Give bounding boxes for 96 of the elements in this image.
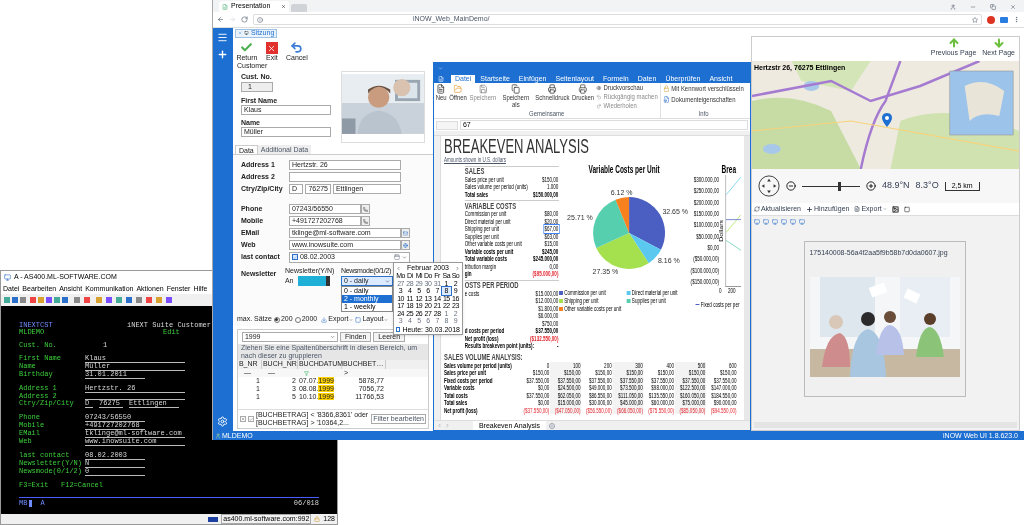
undo-icon: [290, 41, 304, 54]
toggle-switch[interactable]: [297, 276, 330, 286]
sheet-title: BREAKEVEN ANALYSIS: [443, 135, 590, 156]
lock-icon: [314, 516, 321, 522]
image-icon[interactable]: [891, 205, 899, 213]
plus-icon: [806, 205, 813, 213]
minimize-icon[interactable]: [970, 4, 976, 10]
menu-icon[interactable]: [217, 32, 229, 43]
stop-sign-icon[interactable]: [987, 15, 995, 24]
refresh-icon: [753, 206, 760, 212]
app-menu-icon[interactable]: [437, 75, 444, 82]
zoom-in-icon[interactable]: [865, 181, 876, 191]
section-heading: SALES VOLUME ANALYSIS:: [443, 351, 524, 362]
check-icon: [292, 254, 297, 260]
mail-button[interactable]: [400, 228, 410, 238]
longitude-text: 8.3°O: [915, 179, 939, 193]
previous-month-icon[interactable]: [396, 265, 401, 271]
pan-control-icon[interactable]: [757, 175, 780, 197]
close-icon[interactable]: [239, 416, 246, 422]
next-sheet-icon[interactable]: [444, 423, 450, 428]
phone-icon: [362, 218, 368, 224]
view-mode-icon[interactable]: [771, 218, 778, 225]
view-mode-icon[interactable]: [753, 218, 760, 225]
filter-icon[interactable]: [303, 370, 309, 376]
document-icon: [663, 96, 670, 104]
phone-icon: [362, 206, 368, 212]
calendar-icon[interactable]: [393, 254, 400, 260]
undo-icon: [596, 93, 602, 100]
map-pin-icon: [881, 113, 892, 127]
close-icon[interactable]: [281, 4, 286, 9]
copy-icon: [511, 83, 520, 94]
extension-icon[interactable]: [1000, 16, 1008, 23]
mail-icon: [402, 230, 408, 236]
settings-icon[interactable]: [217, 416, 229, 427]
checkbox[interactable]: [291, 254, 298, 260]
globe-icon: [402, 242, 408, 248]
next-month-icon[interactable]: [455, 265, 460, 271]
star-icon[interactable]: [972, 16, 978, 23]
down-arrow-icon: [992, 37, 1005, 49]
view-mode-icon[interactable]: [762, 218, 769, 225]
close-icon: [265, 42, 278, 54]
chart-title: Variable Costs per Unit: [588, 163, 660, 175]
monitor-icon: [243, 31, 249, 35]
section-heading: OSTS PER PERIOD: [464, 280, 519, 291]
printer-icon: [548, 83, 557, 94]
info-icon[interactable]: [257, 16, 263, 23]
section-heading: SALES: [464, 166, 485, 177]
chart-title: Brea: [720, 163, 737, 175]
document-icon: [854, 206, 861, 212]
formula-buttons: [435, 120, 458, 130]
connection-icon: [208, 516, 219, 522]
view-mode-icon[interactable]: [780, 218, 787, 225]
download-icon: [321, 316, 328, 323]
back-icon[interactable]: [217, 16, 224, 23]
close-icon[interactable]: [1010, 4, 1016, 10]
restore-icon[interactable]: [990, 4, 996, 10]
caret-icon: [384, 317, 389, 322]
document-icon: [436, 83, 446, 94]
zoom-slider[interactable]: [801, 181, 860, 191]
caret-icon[interactable]: [401, 254, 407, 260]
up-arrow-icon: [947, 37, 960, 49]
redo-icon: [596, 102, 602, 109]
caret-icon: [384, 278, 390, 284]
radio-button[interactable]: [273, 316, 280, 323]
slider-thumb[interactable]: [837, 181, 841, 191]
add-icon[interactable]: [217, 49, 229, 60]
text-field[interactable]: [288, 172, 401, 182]
lock-icon: [663, 85, 670, 93]
today-marker: [396, 326, 401, 332]
previous-sheet-icon[interactable]: [436, 423, 442, 428]
cursor: [29, 500, 33, 507]
check-icon: [240, 41, 254, 54]
checkbox[interactable]: [247, 416, 254, 422]
globe-button[interactable]: [400, 240, 410, 250]
phone-button[interactable]: [360, 216, 370, 226]
check-icon: [248, 416, 253, 422]
add-sheet-icon[interactable]: [549, 422, 556, 429]
view-mode-icon[interactable]: [798, 218, 805, 225]
printer-icon: [578, 83, 588, 94]
terminal-icon: [4, 274, 11, 281]
caret-icon: [349, 317, 354, 322]
latitude-text: 48.9°N: [881, 179, 910, 193]
page-icon: [222, 3, 228, 10]
eye-icon: [596, 84, 602, 91]
reload-icon[interactable]: [241, 16, 248, 23]
quick-access-icon[interactable]: [437, 65, 443, 71]
zoom-out-icon[interactable]: [785, 181, 796, 191]
caret-icon[interactable]: [329, 333, 335, 341]
section-heading: VARIABLE COSTS: [464, 200, 516, 211]
profile-icon[interactable]: [950, 4, 956, 10]
page-icon[interactable]: [903, 205, 910, 213]
folder-icon: [453, 83, 463, 94]
phone-button[interactable]: [360, 204, 370, 214]
view-mode-icon[interactable]: [789, 218, 796, 225]
forward-icon[interactable]: [229, 16, 236, 23]
user-icon: [215, 432, 221, 439]
